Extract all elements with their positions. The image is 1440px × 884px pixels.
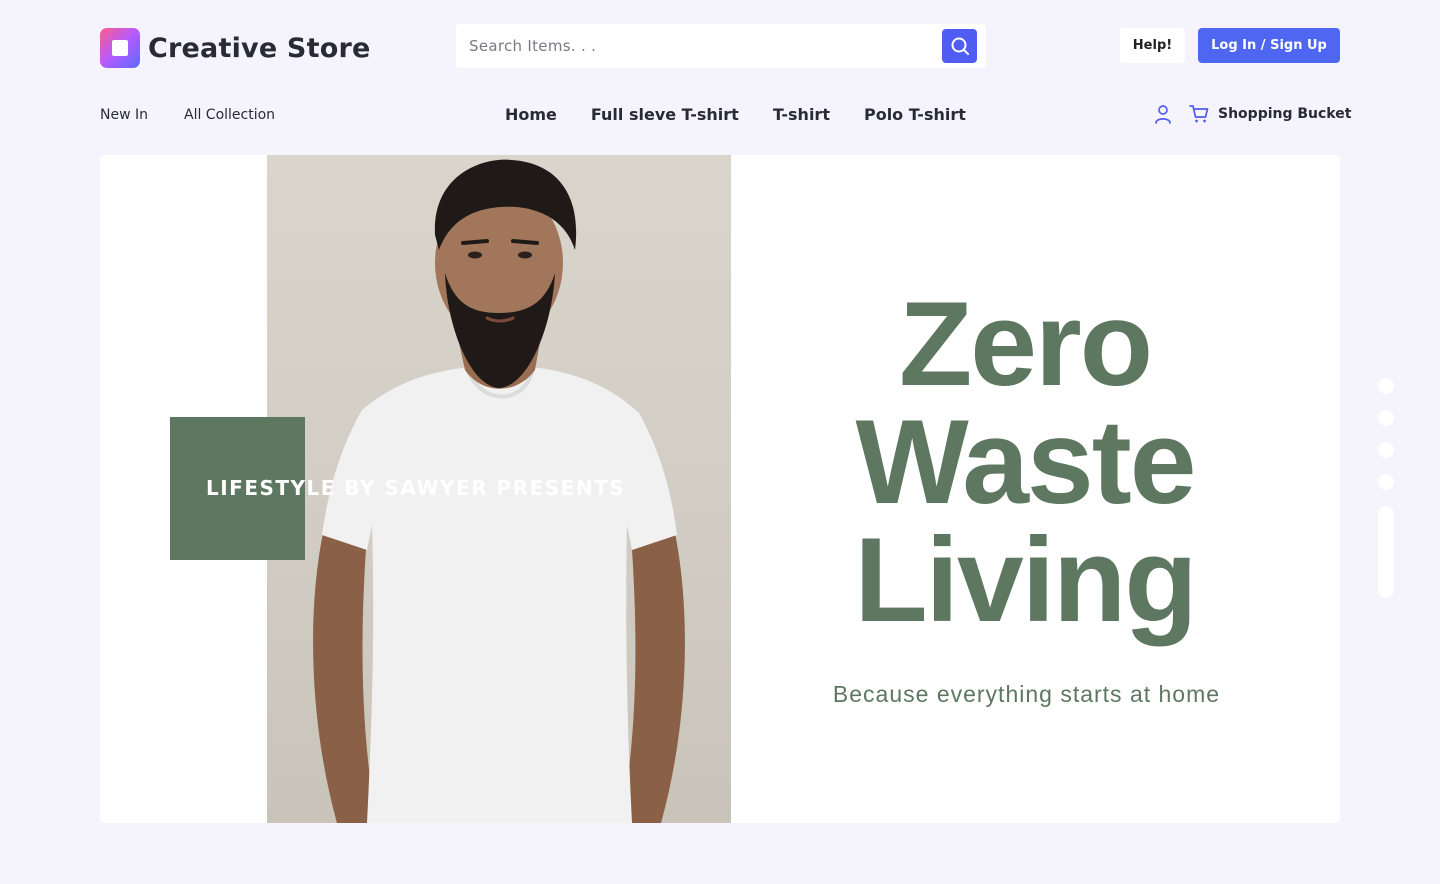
login-signup-button[interactable]: Log In / Sign Up: [1198, 28, 1340, 63]
nav-tshirt[interactable]: T-shirt: [773, 104, 830, 126]
slider-indicators: [1378, 378, 1394, 598]
hero-banner: LIFESTYLE BY SAWYER PRESENTS Zero Waste …: [100, 155, 1340, 823]
shopping-bucket-link[interactable]: Shopping Bucket: [1218, 106, 1351, 122]
slider-dot[interactable]: [1378, 410, 1394, 426]
slider-dot[interactable]: [1378, 442, 1394, 458]
nav-home[interactable]: Home: [505, 104, 557, 126]
nav-polo-tshirt[interactable]: Polo T-shirt: [864, 104, 966, 126]
nav-full-sleeve-tshirt[interactable]: Full sleve T-shirt: [591, 104, 739, 126]
search-input[interactable]: [456, 24, 936, 68]
headline-line-1: Zero: [898, 277, 1153, 411]
search-icon: [951, 37, 969, 55]
headline-line-2: Waste: [855, 395, 1197, 529]
square-logo-icon: [100, 28, 140, 68]
nav-all-collection[interactable]: All Collection: [184, 104, 275, 126]
user-icon[interactable]: [1152, 102, 1174, 126]
slider-dot[interactable]: [1378, 474, 1394, 490]
slider-dot[interactable]: [1378, 378, 1394, 394]
secondary-nav: New In All Collection: [100, 104, 275, 126]
help-button[interactable]: Help!: [1120, 28, 1185, 63]
hero-headline: Zero Waste Living: [830, 277, 1220, 647]
nav-new-in[interactable]: New In: [100, 104, 148, 126]
hero-tagline: Because everything starts at home: [832, 681, 1221, 707]
brand-name: Creative Store: [148, 32, 371, 64]
cart-icon[interactable]: [1188, 102, 1210, 126]
search-bar: [456, 24, 986, 68]
brand-logo[interactable]: Creative Store: [100, 28, 370, 68]
lifestyle-overlay-text: LIFESTYLE BY SAWYER PRESENTS: [206, 476, 626, 500]
main-nav: Home Full sleve T-shirt T-shirt Polo T-s…: [505, 104, 966, 126]
search-button[interactable]: [942, 29, 977, 63]
headline-line-3: Living: [854, 513, 1197, 647]
slider-dot-active[interactable]: [1378, 506, 1394, 598]
account-cart-area: Shopping Bucket: [1152, 102, 1351, 126]
